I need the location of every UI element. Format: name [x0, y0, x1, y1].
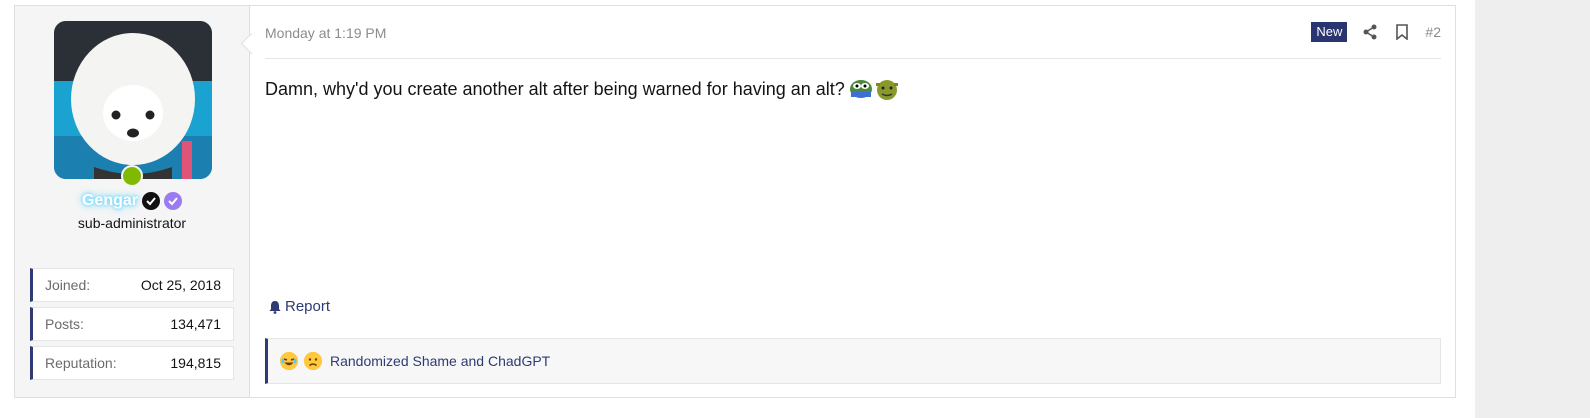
message-text: Damn, why'd you create another alt after… [265, 78, 845, 99]
page-gutter [1475, 0, 1590, 418]
post-number-link[interactable]: #2 [1425, 24, 1441, 40]
stat-label: Reputation: [45, 355, 117, 371]
user-title: sub-administrator [77, 215, 187, 231]
avatar[interactable] [54, 21, 212, 179]
online-status-indicator [121, 165, 143, 187]
message-emojis [849, 77, 899, 101]
reactions-bar[interactable]: Randomized Shame and ChadGPT [265, 338, 1441, 384]
post-header: Monday at 1:19 PM New #2 [265, 22, 1441, 59]
new-badge: New [1311, 22, 1348, 42]
shrek-emoji-icon [875, 80, 898, 100]
user-stats: Joined: Oct 25, 2018 Posts: 134,471 Repu… [30, 268, 234, 385]
avatar-image [54, 21, 212, 179]
stat-value: Oct 25, 2018 [140, 277, 221, 293]
verified-purple-icon [164, 192, 182, 210]
share-icon[interactable] [1361, 23, 1379, 41]
report-label[interactable]: Report [285, 298, 330, 315]
stat-label: Joined: [45, 277, 91, 293]
user-sidebar: Gengar sub-administrator Joined: Oct 25,… [15, 6, 250, 397]
stat-joined: Joined: Oct 25, 2018 [30, 268, 234, 302]
post-date[interactable]: Monday at 1:19 PM [265, 25, 386, 41]
forum-post: Gengar sub-administrator Joined: Oct 25,… [14, 5, 1456, 398]
stat-value: 194,815 [170, 355, 221, 371]
stat-value: 134,471 [170, 316, 221, 332]
bookmark-icon[interactable] [1393, 23, 1411, 41]
pepe-emoji-icon [849, 80, 872, 98]
username[interactable]: Gengar [82, 192, 138, 210]
post-actions: New #2 [1311, 22, 1441, 42]
username-row: Gengar [15, 190, 249, 212]
report-link[interactable]: Report [268, 298, 330, 315]
post-message: Damn, why'd you create another alt after… [265, 77, 899, 101]
bell-icon [269, 300, 281, 314]
verified-black-icon [142, 192, 160, 210]
post-main: Monday at 1:19 PM New #2 Damn, why'd you… [265, 6, 1441, 397]
stat-posts: Posts: 134,471 [30, 307, 234, 341]
stat-label: Posts: [45, 316, 84, 332]
stat-reputation: Reputation: 194,815 [30, 346, 234, 380]
sad-emoji-icon [304, 352, 322, 370]
laughing-emoji-icon [280, 352, 298, 370]
reactions-list[interactable]: Randomized Shame and ChadGPT [330, 353, 550, 369]
